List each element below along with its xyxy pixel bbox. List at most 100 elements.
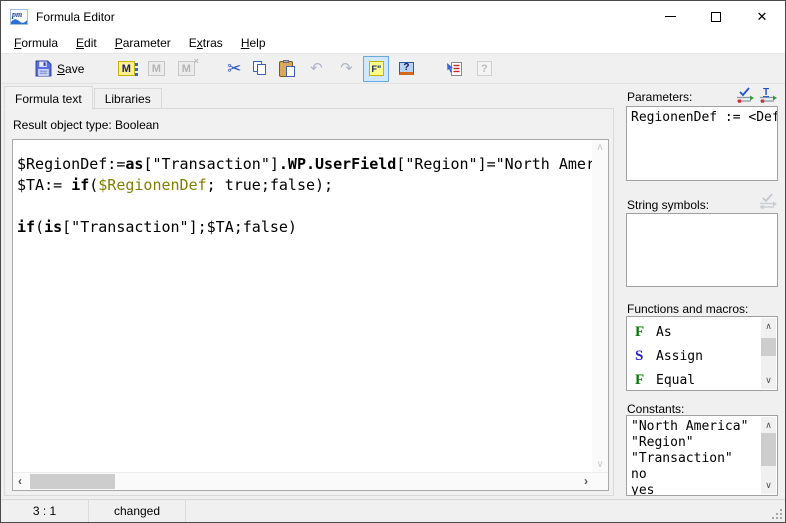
function-name: Assign: [656, 349, 703, 364]
redo-icon: ↷: [340, 61, 353, 76]
functions-scrollbar[interactable]: ∧ ∨: [761, 318, 776, 389]
modified-status: changed: [89, 500, 186, 522]
tabstrip: Formula textLibraries: [4, 87, 614, 109]
scroll-down-icon[interactable]: ∨: [592, 459, 608, 470]
scroll-right-icon[interactable]: ›: [584, 474, 588, 488]
syntax-highlight-icon: F": [369, 61, 384, 76]
function-item-assign[interactable]: S Assign: [631, 344, 761, 368]
menu-parameter[interactable]: Parameter: [106, 34, 180, 52]
menubar: FormulaEditParameterExtrasHelp: [1, 32, 785, 53]
cursor-position: 3 : 1: [1, 500, 89, 522]
scroll-up-icon[interactable]: ∧: [592, 142, 608, 153]
menu-edit[interactable]: Edit: [67, 34, 106, 52]
code-line: [17, 196, 592, 217]
menu-help[interactable]: Help: [232, 34, 275, 52]
result-type-label: Result object type: Boolean: [13, 118, 159, 132]
delete-macro-icon: M×: [178, 61, 195, 76]
save-button-label: Save: [57, 62, 84, 76]
editor-vertical-scrollbar[interactable]: ∧ ∨: [592, 140, 608, 472]
function-item-as[interactable]: F As: [631, 320, 761, 344]
constant-item[interactable]: "Region": [631, 435, 761, 451]
paste-button[interactable]: [273, 56, 299, 82]
minimize-icon: [665, 16, 676, 17]
copy-icon: [253, 61, 267, 76]
resize-grip-icon[interactable]: [771, 508, 783, 520]
tab-libraries[interactable]: Libraries: [94, 88, 162, 109]
copy-button[interactable]: [247, 56, 273, 82]
show-macro-button: M: [143, 56, 169, 82]
menu-extras[interactable]: Extras: [180, 34, 232, 52]
functions-scroll-thumb[interactable]: [761, 338, 776, 356]
constant-item[interactable]: "Transaction": [631, 451, 761, 467]
scroll-down-icon[interactable]: ∨: [761, 375, 776, 386]
scroll-up-icon[interactable]: ∧: [761, 321, 776, 332]
context-help-button[interactable]: ?: [393, 56, 419, 82]
scroll-up-icon[interactable]: ∧: [761, 420, 776, 431]
assign-badge-icon: S: [635, 348, 647, 365]
formula-editor-window: pm Formula Editor ✕ FormulaEditParameter…: [0, 0, 786, 523]
save-button[interactable]: Save: [28, 56, 91, 82]
undo-icon: ↶: [310, 61, 323, 76]
constants-scrollbar[interactable]: ∧ ∨: [761, 417, 776, 494]
maximize-button[interactable]: [693, 1, 739, 32]
macro-icon: M: [148, 61, 165, 76]
string-symbols-label: String symbols:: [627, 198, 709, 212]
help-button: ?: [471, 56, 497, 82]
constants-list[interactable]: "North America""Region""Transaction"noye…: [626, 415, 778, 496]
paste-icon: [279, 61, 293, 77]
functions-list[interactable]: FAsSAssignFEqualFIf ∧ ∨: [626, 316, 778, 391]
cut-button[interactable]: ✂: [221, 56, 247, 82]
functions-label: Functions and macros:: [627, 302, 748, 316]
titlebar[interactable]: pm Formula Editor ✕: [1, 1, 785, 32]
syntax-highlight-toggle[interactable]: F": [363, 56, 389, 82]
menu-formula[interactable]: Formula: [5, 34, 67, 52]
check-formula-button[interactable]: [441, 56, 467, 82]
toolbar: Save M M M× ✂ ↶ ↷ F" ?: [1, 53, 785, 84]
parameters-label: Parameters:: [627, 90, 692, 104]
horizontal-scroll-thumb[interactable]: [30, 474, 115, 489]
delete-macro-button: M×: [173, 56, 199, 82]
parameters-toolbar: T: [736, 86, 778, 103]
constant-item[interactable]: yes: [631, 483, 761, 496]
string-symbols-list[interactable]: [626, 213, 778, 287]
constants-label: Constants:: [627, 402, 684, 416]
parameter-type-icon[interactable]: T: [759, 86, 778, 103]
scroll-left-icon[interactable]: ‹: [18, 474, 22, 488]
formula-code-area[interactable]: $RegionDef:=as["Transaction"].WP.UserFie…: [13, 140, 592, 472]
function-badge-icon: F: [635, 324, 647, 341]
add-macro-button[interactable]: M: [113, 56, 139, 82]
svg-text:T: T: [763, 87, 769, 98]
cut-icon: ✂: [227, 60, 241, 77]
formula-editor-box: $RegionDef:=as["Transaction"].WP.UserFie…: [12, 139, 609, 491]
tab-formula-text[interactable]: Formula text: [4, 86, 93, 110]
function-badge-icon: F: [635, 372, 647, 389]
parameter-item[interactable]: RegionenDef := <Default>: [631, 110, 776, 126]
code-line: $TA:= if($RegionenDef; true;false);: [17, 175, 592, 196]
main-area: Formula textLibraries Result object type…: [1, 84, 785, 499]
function-item-equal[interactable]: F Equal: [631, 368, 761, 391]
right-panel: Parameters: T RegionenDef: [621, 84, 780, 499]
add-macro-icon: M: [118, 61, 135, 76]
undo-button: ↶: [303, 56, 329, 82]
editor-horizontal-scrollbar[interactable]: ‹ ›: [13, 472, 608, 490]
parameters-list[interactable]: RegionenDef := <Default>: [626, 106, 778, 181]
statusbar: 3 : 1 changed: [1, 499, 785, 522]
redo-button: ↷: [333, 56, 359, 82]
function-name: As: [656, 325, 672, 340]
app-icon: pm: [10, 9, 28, 25]
check-formula-icon: [446, 61, 463, 77]
close-button[interactable]: ✕: [739, 1, 785, 32]
constant-item[interactable]: no: [631, 467, 761, 483]
window-controls: ✕: [647, 1, 785, 32]
context-help-icon: ?: [399, 62, 414, 75]
string-symbols-icon: [759, 192, 778, 209]
constant-item[interactable]: "North America": [631, 419, 761, 435]
constants-scroll-thumb[interactable]: [761, 433, 776, 466]
scroll-down-icon[interactable]: ∨: [761, 480, 776, 491]
function-name: Equal: [656, 373, 695, 388]
check-parameter-values-icon[interactable]: [736, 86, 755, 103]
minimize-button[interactable]: [647, 1, 693, 32]
window-title: Formula Editor: [36, 10, 115, 24]
formula-text-page: Result object type: Boolean $RegionDef:=…: [4, 108, 614, 496]
tab-control: Formula textLibraries Result object type…: [4, 87, 614, 496]
